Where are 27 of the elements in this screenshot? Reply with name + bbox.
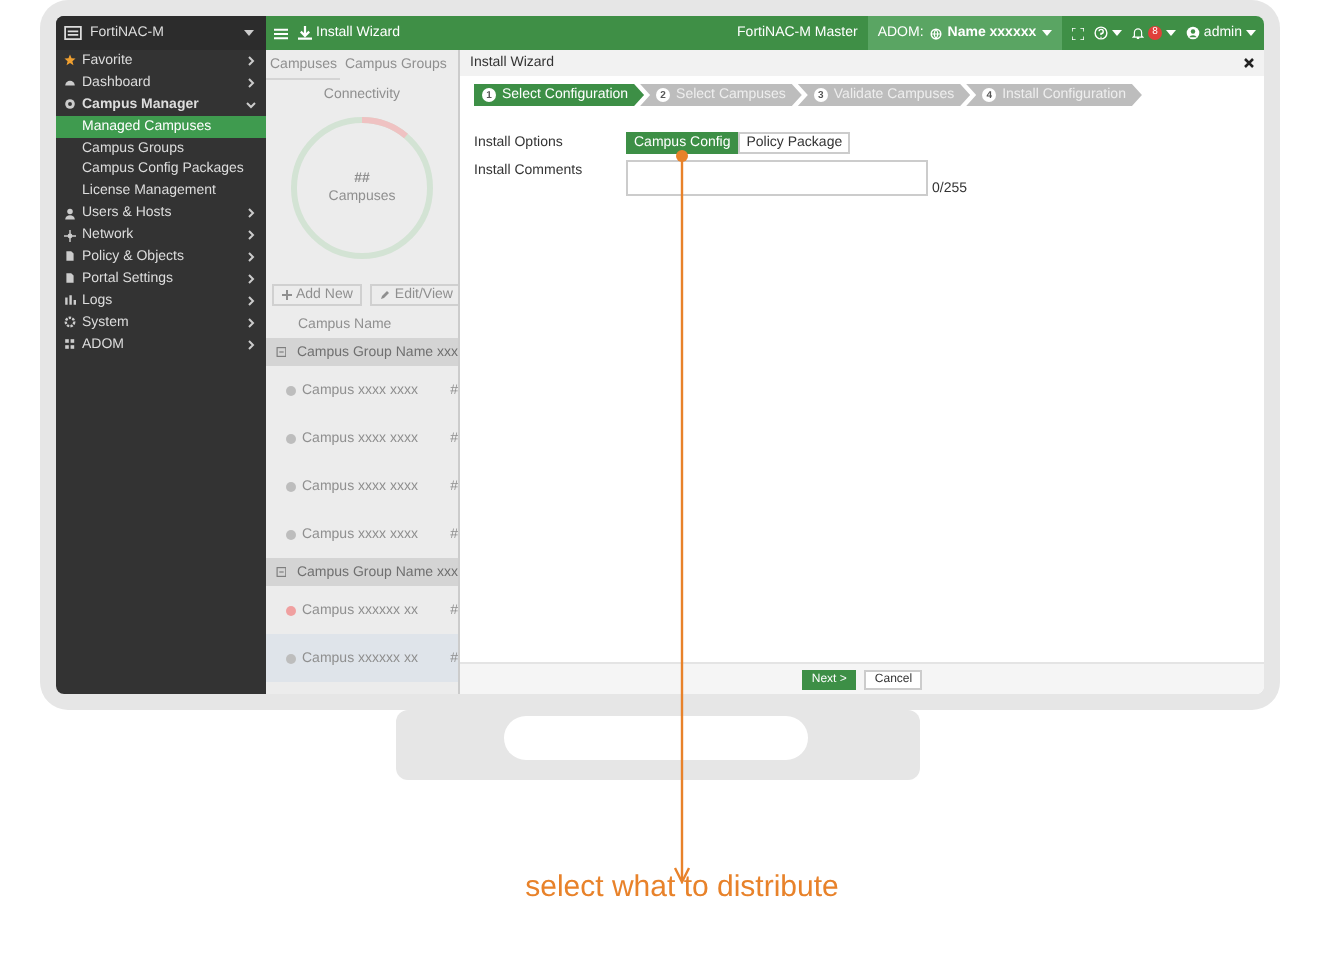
close-icon[interactable] [1244, 58, 1254, 68]
caret-icon [1246, 30, 1256, 36]
comments-field[interactable] [626, 160, 928, 196]
menu-icon[interactable] [274, 27, 288, 39]
device-icon [64, 26, 82, 40]
globe-icon [929, 27, 942, 39]
gauge-icon [64, 76, 76, 89]
star-icon [64, 54, 76, 67]
chevron-down-icon [246, 99, 256, 110]
fullscreen-icon[interactable] [1072, 27, 1085, 39]
collapse-icon [276, 346, 287, 358]
caret-icon [1112, 30, 1123, 36]
pencil-icon [380, 290, 391, 300]
grid-icon [64, 338, 76, 351]
bell-icon[interactable] [1132, 26, 1145, 40]
user-icon [1185, 26, 1200, 40]
caret-icon [1165, 30, 1176, 36]
caret-icon [244, 30, 254, 36]
help-icon[interactable] [1094, 26, 1109, 40]
caret-icon [1042, 30, 1053, 36]
user-icon [64, 207, 76, 220]
bar-chart-icon [64, 294, 76, 307]
network-icon [64, 229, 76, 242]
collapse-icon [276, 566, 287, 578]
callout-text: select what to distribute [523, 870, 841, 904]
plus-icon [282, 290, 292, 300]
download-icon [298, 26, 312, 40]
